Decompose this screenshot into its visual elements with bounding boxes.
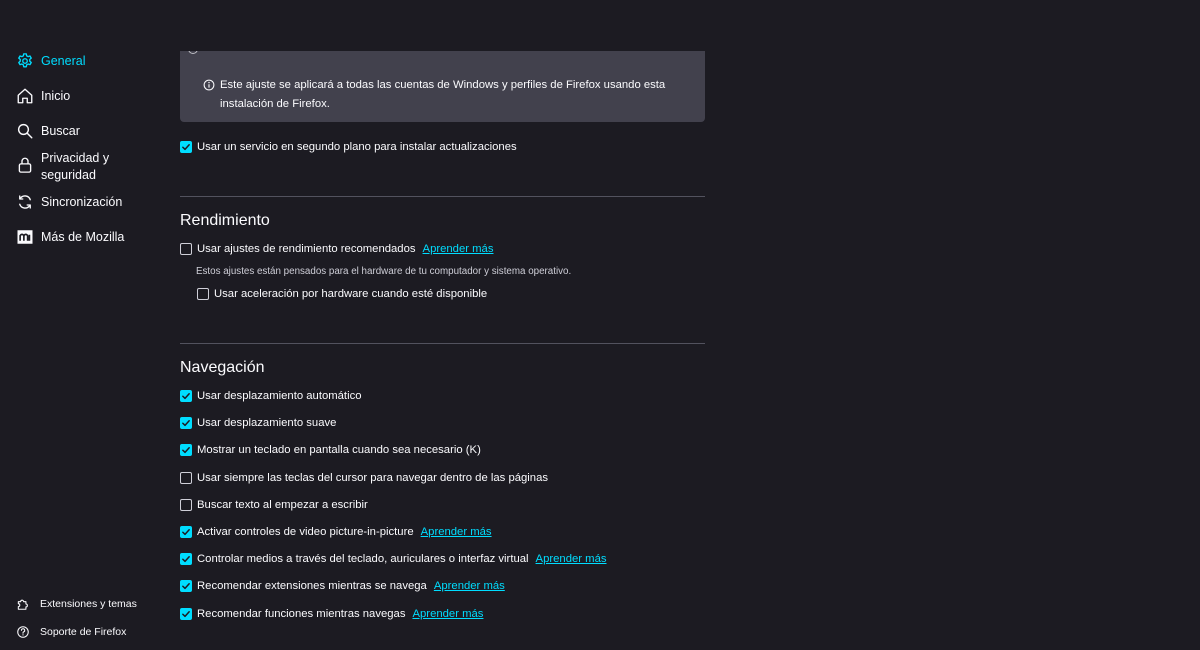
lock-icon bbox=[16, 156, 34, 174]
sidebar-item-general[interactable]: General bbox=[16, 52, 85, 70]
performance-title: Rendimiento bbox=[180, 212, 270, 229]
sidebar-item-label: General bbox=[41, 54, 86, 68]
sidebar: General Inicio Buscar Privacidad y segur… bbox=[0, 0, 170, 650]
recommended-performance-label: Usar ajustes de rendimiento recomendados bbox=[197, 243, 416, 255]
navigation-option-label: Activar controles de video picture-in-pi… bbox=[197, 526, 414, 538]
navigation-option-label: Usar desplazamiento automático bbox=[197, 390, 362, 402]
navigation-option-label: Controlar medios a través del teclado, a… bbox=[197, 553, 529, 565]
checkmark-icon bbox=[182, 420, 190, 427]
checkmark-icon bbox=[182, 529, 190, 536]
mozilla-icon bbox=[16, 228, 34, 246]
checkmark-icon bbox=[182, 144, 190, 151]
footer-support-label: Soporte de Firefox bbox=[40, 626, 127, 638]
navigation-option[interactable]: Usar desplazamiento suave bbox=[180, 417, 336, 429]
search-icon bbox=[16, 122, 34, 140]
help-icon bbox=[16, 625, 30, 639]
recommended-performance-checkbox[interactable] bbox=[180, 243, 192, 255]
navigation-option[interactable]: Buscar texto al empezar a escribir bbox=[180, 499, 368, 511]
sidebar-item-label: Más de Mozilla bbox=[41, 230, 125, 244]
navigation-option[interactable]: Recomendar extensiones mientras se naveg… bbox=[180, 580, 505, 592]
navigation-option[interactable]: Mostrar un teclado en pantalla cuando se… bbox=[180, 444, 481, 456]
navigation-option-checkbox[interactable] bbox=[180, 390, 192, 402]
section-divider bbox=[180, 196, 705, 197]
recommended-performance-option[interactable]: Usar ajustes de rendimiento recomendados… bbox=[180, 243, 493, 255]
background-service-label: Usar un servicio en segundo plano para i… bbox=[197, 141, 517, 153]
learn-more-link[interactable]: Aprender más bbox=[536, 553, 607, 565]
navigation-option-label: Usar desplazamiento suave bbox=[197, 417, 337, 429]
navigation-option-checkbox[interactable] bbox=[180, 608, 192, 620]
sidebar-item-mozilla[interactable]: Más de Mozilla bbox=[16, 228, 124, 246]
navigation-option[interactable]: Activar controles de video picture-in-pi… bbox=[180, 526, 492, 538]
navigation-option-label: Mostrar un teclado en pantalla cuando se… bbox=[197, 444, 481, 456]
navigation-option-label: Usar siempre las teclas del cursor para … bbox=[197, 472, 549, 484]
checkmark-icon bbox=[182, 393, 190, 400]
sidebar-item-label: Sincronización bbox=[41, 195, 123, 209]
home-icon bbox=[16, 87, 34, 105]
navigation-option-checkbox[interactable] bbox=[180, 526, 192, 538]
info-panel: Este ajuste se aplicará a todas las cuen… bbox=[180, 40, 705, 122]
navigation-option[interactable]: Controlar medios a través del teclado, a… bbox=[180, 553, 607, 565]
learn-more-link[interactable]: Aprender más bbox=[423, 243, 494, 255]
footer-extensions[interactable]: Extensiones y temas bbox=[16, 597, 137, 611]
puzzle-icon bbox=[16, 597, 30, 611]
navigation-option[interactable]: Usar desplazamiento automático bbox=[180, 390, 362, 402]
sidebar-item-home[interactable]: Inicio bbox=[16, 87, 70, 105]
sidebar-item-sync[interactable]: Sincronización bbox=[16, 193, 122, 211]
checkmark-icon bbox=[182, 611, 190, 618]
background-service-checkbox[interactable] bbox=[180, 141, 192, 153]
navigation-option-checkbox[interactable] bbox=[180, 417, 192, 429]
navigation-option[interactable]: Usar siempre las teclas del cursor para … bbox=[180, 472, 548, 484]
sidebar-item-privacy[interactable]: Privacidad y seguridad bbox=[16, 150, 131, 184]
background-service-option[interactable]: Usar un servicio en segundo plano para i… bbox=[180, 141, 517, 153]
sync-icon bbox=[16, 193, 34, 211]
performance-description: Estos ajustes están pensados para el har… bbox=[196, 266, 572, 277]
footer-extensions-label: Extensiones y temas bbox=[40, 598, 137, 610]
learn-more-link[interactable]: Aprender más bbox=[412, 608, 483, 620]
settings-content: Este ajuste se aplicará a todas las cuen… bbox=[180, 0, 705, 650]
section-divider bbox=[180, 343, 705, 344]
sidebar-item-search[interactable]: Buscar bbox=[16, 122, 80, 140]
hardware-accel-option[interactable]: Usar aceleración por hardware cuando est… bbox=[197, 288, 487, 300]
hardware-accel-label: Usar aceleración por hardware cuando est… bbox=[214, 288, 488, 300]
navigation-option[interactable]: Recomendar funciones mientras navegas Apr… bbox=[180, 608, 483, 620]
navigation-option-checkbox[interactable] bbox=[180, 580, 192, 592]
sidebar-item-label: Buscar bbox=[41, 124, 80, 138]
navigation-option-checkbox[interactable] bbox=[180, 472, 192, 484]
navigation-title: Navegación bbox=[180, 359, 265, 376]
learn-more-link[interactable]: Aprender más bbox=[434, 580, 505, 592]
checkmark-icon bbox=[182, 447, 190, 454]
scroll-clip bbox=[180, 0, 705, 51]
info-icon bbox=[203, 79, 215, 91]
navigation-option-label: Recomendar extensiones mientras se naveg… bbox=[197, 580, 427, 592]
navigation-option-label: Buscar texto al empezar a escribir bbox=[197, 499, 368, 511]
learn-more-link[interactable]: Aprender más bbox=[421, 526, 492, 538]
info-text: Este ajuste se aplicará a todas las cuen… bbox=[220, 79, 666, 110]
sidebar-item-label: Inicio bbox=[41, 89, 71, 103]
gear-icon bbox=[16, 52, 34, 70]
footer-support[interactable]: Soporte de Firefox bbox=[16, 625, 126, 639]
navigation-option-label: Recomendar funciones mientras navegas bbox=[197, 608, 406, 620]
checkmark-icon bbox=[182, 583, 190, 590]
sidebar-item-label: Privacidad y seguridad bbox=[41, 151, 110, 182]
navigation-option-checkbox[interactable] bbox=[180, 553, 192, 565]
checkmark-icon bbox=[182, 556, 190, 563]
navigation-option-checkbox[interactable] bbox=[180, 444, 192, 456]
hardware-accel-checkbox[interactable] bbox=[197, 288, 209, 300]
navigation-option-checkbox[interactable] bbox=[180, 499, 192, 511]
